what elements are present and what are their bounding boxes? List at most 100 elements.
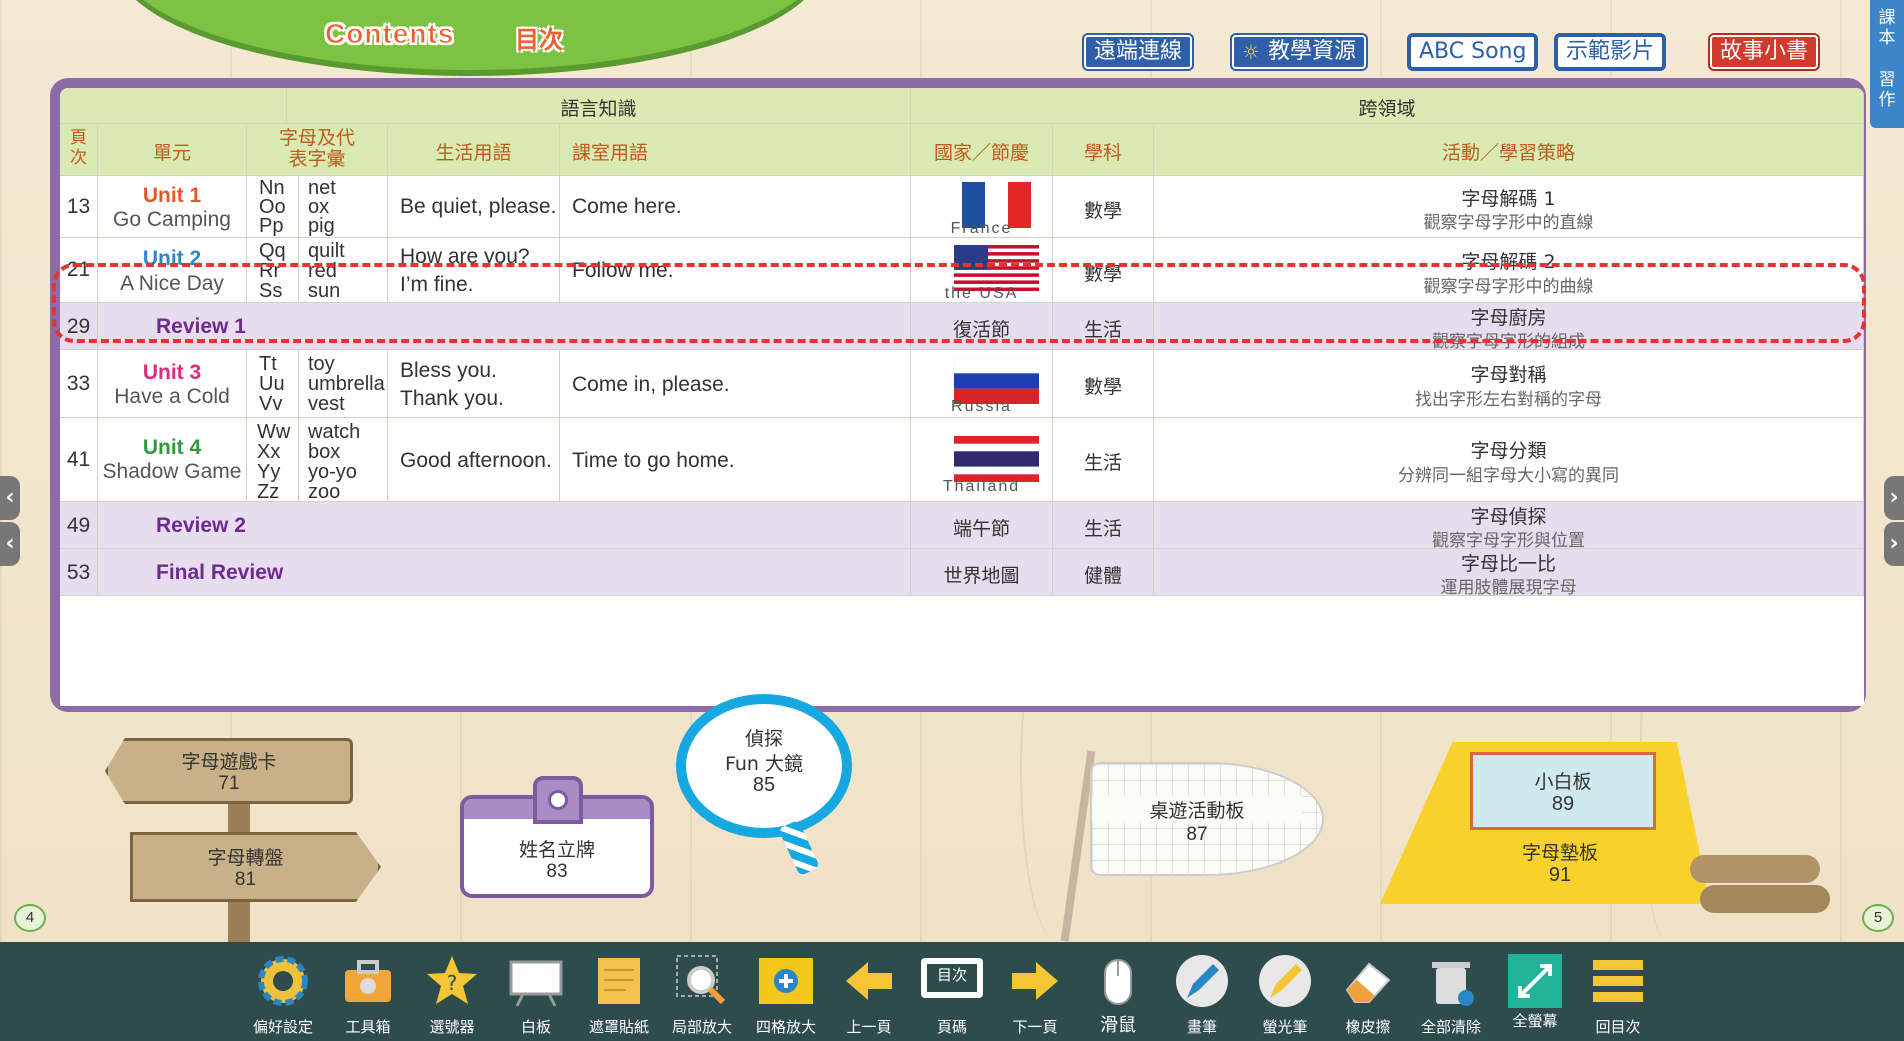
demo-video-button[interactable]: 示範影片 xyxy=(1556,35,1665,69)
next-page-button[interactable]: 下一頁 xyxy=(999,942,1071,1041)
page-title-cn: 目次 xyxy=(515,26,563,54)
tool-label: 局部放大 xyxy=(671,1018,732,1036)
unit-cell[interactable]: Unit 1 Go Camping xyxy=(98,176,247,238)
col-header-page-label: 頁次 xyxy=(70,128,87,168)
zoom-icon xyxy=(676,955,726,1005)
country-cell[interactable]: the USA xyxy=(911,238,1053,303)
letter-mat-label-area[interactable]: 字母墊板 91 xyxy=(1470,836,1650,896)
activity-cell[interactable]: 字母比一比 運用肢體展現字母 xyxy=(1154,549,1864,598)
activity-cell[interactable]: 字母廚房 觀察字母字形的組成 xyxy=(1154,303,1864,352)
clear-all-button[interactable]: 全部清除 xyxy=(1415,942,1487,1041)
teaching-resources-button[interactable]: ☼ 教學資源 xyxy=(1232,35,1367,69)
country-cell[interactable]: Thailand xyxy=(911,418,1053,502)
number-picker-button[interactable]: ? 選號器 xyxy=(416,942,488,1041)
strategy: 觀察字母字形與位置 xyxy=(1432,531,1585,551)
review-cell[interactable]: Final Review xyxy=(98,549,911,596)
abc-song-button[interactable]: ABC Song xyxy=(1409,35,1537,69)
highlighter-button[interactable]: 螢光筆 xyxy=(1249,942,1321,1041)
unit-name: A Nice Day xyxy=(120,272,224,295)
eraser-button[interactable]: 橡皮擦 xyxy=(1332,942,1404,1041)
prev-page-arrow-2[interactable]: ‹ xyxy=(0,522,20,566)
nametag-label: 姓名立牌 xyxy=(518,839,595,861)
class-phrase: Follow me. xyxy=(572,259,674,282)
side-tab-bar: 課本 習作 xyxy=(1870,0,1904,128)
tool-label: 頁碼 xyxy=(936,1018,967,1036)
header-blank xyxy=(60,88,287,124)
col-header-country-label: 國家／節慶 xyxy=(933,142,1029,164)
unit-title: Unit 4 xyxy=(142,436,202,459)
table-row: 33 xyxy=(60,350,98,418)
next-page-arrow-2[interactable]: › xyxy=(1884,522,1904,566)
unit-cell[interactable]: Unit 3 Have a Cold xyxy=(98,350,247,418)
subject: 生活 xyxy=(1083,518,1122,540)
activity-cell[interactable]: 字母解碼 2 觀察字母字形中的曲線 xyxy=(1154,238,1864,303)
page-number-button[interactable]: 目次 頁碼 xyxy=(916,942,988,1041)
prev-page-button[interactable]: 上一頁 xyxy=(833,942,905,1041)
card-game-sign[interactable]: 字母遊戲卡 71 xyxy=(105,738,353,804)
mask-sticker-button[interactable]: 遮罩貼紙 xyxy=(583,942,655,1041)
life-phrase-cell: How are you? I’m fine. xyxy=(388,238,560,303)
spinner-sign[interactable]: 字母轉盤 81 xyxy=(130,832,381,902)
magnifier-label-1: 偵探 xyxy=(744,728,783,750)
review-cell[interactable]: Review 1 xyxy=(98,303,911,350)
board-game-flag[interactable]: 桌遊活動板 87 xyxy=(1090,762,1324,876)
activity: 字母解碼 1 xyxy=(1461,188,1556,210)
activity-cell[interactable]: 字母分類 分辨同一組字母大小寫的異同 xyxy=(1154,418,1864,502)
col-header-page: 頁次 xyxy=(60,124,98,176)
board-game-page: 87 xyxy=(1186,824,1208,845)
trash-icon xyxy=(1432,962,1474,1006)
life-phrase: Be quiet, please. xyxy=(400,195,557,218)
remote-connect-button[interactable]: 遠端連線 xyxy=(1084,35,1193,69)
fullscreen-button[interactable]: 全螢幕 xyxy=(1499,942,1571,1041)
partial-zoom-button[interactable]: 局部放大 xyxy=(666,942,738,1041)
gear-icon xyxy=(258,956,308,1006)
review-cell[interactable]: Review 2 xyxy=(98,502,911,549)
magnifier-icon[interactable]: 偵探 Fun 大鏡 85 xyxy=(676,694,852,838)
highlighter-icon xyxy=(1259,955,1311,1007)
class-phrase: Come in, please. xyxy=(572,373,730,396)
whiteboard-card[interactable]: 小白板 89 xyxy=(1470,752,1656,830)
col-header-activity: 活動／學習策略 xyxy=(1154,124,1864,176)
toolbox-button[interactable]: 工具箱 xyxy=(332,942,404,1041)
header-language-label: 語言知識 xyxy=(560,98,637,120)
pen-button[interactable]: 畫筆 xyxy=(1166,942,1238,1041)
back-to-contents-button[interactable]: 回目次 xyxy=(1582,942,1654,1041)
word: sun xyxy=(308,280,341,302)
class-phrase-cell: Come here. xyxy=(560,176,911,238)
unit-cell[interactable]: Unit 4 Shadow Game xyxy=(98,418,247,502)
whiteboard-button[interactable]: 白板 xyxy=(500,942,572,1041)
tab-textbook[interactable]: 課本 xyxy=(1877,8,1897,48)
subject-cell: 數學 xyxy=(1053,238,1154,303)
quad-zoom-button[interactable]: 四格放大 xyxy=(750,942,822,1041)
prev-page-arrow[interactable]: ‹ xyxy=(0,476,20,520)
bottom-toolbar: 偏好設定 工具箱 ? 選號器 白板 遮罩貼紙 局部放大 四格放大 上一頁 目次 … xyxy=(0,942,1904,1041)
col-header-class-label: 課室用語 xyxy=(572,142,649,164)
preferences-button[interactable]: 偏好設定 xyxy=(247,942,319,1041)
next-page-arrow[interactable]: › xyxy=(1884,476,1904,520)
country-cell[interactable]: France xyxy=(911,176,1053,238)
activity-cell[interactable]: 字母對稱 找出字形左右對稱的字母 xyxy=(1154,350,1864,418)
story-book-button[interactable]: 故事小書 xyxy=(1710,35,1819,69)
tab-workbook[interactable]: 習作 xyxy=(1877,70,1897,110)
life-phrase: I’m fine. xyxy=(400,273,474,296)
festival: 端午節 xyxy=(952,518,1010,540)
word: watch xyxy=(308,421,361,443)
unit-cell[interactable]: Unit 2 A Nice Day xyxy=(98,238,247,303)
strategy: 觀察字母字形中的曲線 xyxy=(1423,277,1594,297)
country-cell[interactable]: Russia xyxy=(911,350,1053,418)
page-index-icon: 目次 xyxy=(921,958,983,998)
tool-label: 遮罩貼紙 xyxy=(588,1018,649,1036)
nametag-clip-icon xyxy=(533,776,583,824)
row-page: 29 xyxy=(66,315,91,338)
table-row: 41 xyxy=(60,418,98,502)
mouse-button[interactable]: 滑鼠 xyxy=(1082,942,1154,1041)
letters-cell: Ww Xx Yy Zz xyxy=(247,418,299,502)
table-row: 29 xyxy=(60,303,98,350)
letter: Qq xyxy=(259,240,286,262)
activity-cell[interactable]: 字母解碼 1 觀察字母字形中的直線 xyxy=(1154,176,1864,238)
class-phrase: Time to go home. xyxy=(572,449,735,472)
activity-cell[interactable]: 字母偵探 觀察字母字形與位置 xyxy=(1154,502,1864,551)
life-phrase-cell: Bless you. Thank you. xyxy=(388,350,560,418)
activity: 字母解碼 2 xyxy=(1461,251,1556,273)
tool-label: 回目次 xyxy=(1595,1018,1641,1036)
